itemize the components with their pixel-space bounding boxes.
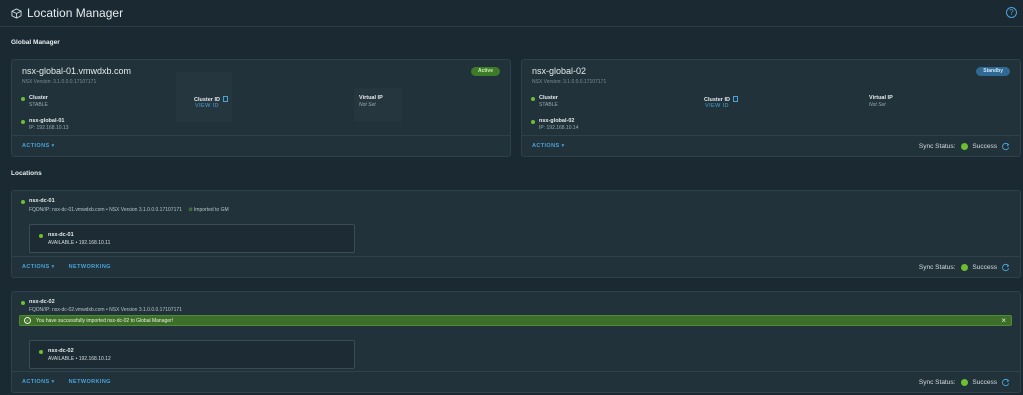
status-dot: [21, 97, 25, 101]
gm-version: NSX Version: 3.1.0.0.0.17107171: [532, 79, 607, 85]
app-header: Location Manager ?: [0, 0, 1023, 27]
global-manager-heading: Global Manager: [11, 39, 60, 46]
status-dot: [21, 120, 25, 124]
refresh-icon[interactable]: [1001, 263, 1010, 272]
success-alert: ✓ You have successfully imported nsx-dc-…: [19, 315, 1012, 326]
card-footer: ACTIONS ▾: [12, 135, 510, 156]
chevron-down-icon: ▾: [561, 143, 565, 149]
status-dot: [531, 120, 535, 124]
actions-label: ACTIONS: [22, 379, 50, 385]
refresh-icon[interactable]: [1001, 142, 1010, 151]
status-dot: [21, 301, 25, 305]
chevron-down-icon: ▾: [51, 379, 55, 385]
networking-link[interactable]: NETWORKING: [69, 379, 111, 385]
cluster-label: Cluster: [539, 95, 558, 101]
success-dot: [961, 264, 969, 271]
sync-value: Success: [972, 143, 997, 150]
sync-label: Sync Status:: [918, 264, 956, 271]
sync-label: Sync Status:: [918, 143, 956, 150]
cluster-value: STABLE: [539, 102, 558, 108]
networking-link[interactable]: NETWORKING: [69, 264, 111, 270]
fqdn-text: FQDN/IP: nsx-dc-01.vmwdxb.com • NSX Vers…: [29, 207, 182, 213]
sync-value: Success: [972, 264, 997, 271]
copy-icon[interactable]: [732, 96, 738, 102]
location-name: nsx-dc-02: [29, 299, 55, 305]
location-fqdn: FQDN/IP: nsx-dc-02.vmwdxb.com • NSX Vers…: [29, 307, 182, 313]
view-id-link[interactable]: VIEW ID: [705, 103, 729, 109]
node-name: nsx-global-01: [29, 118, 65, 124]
gm-version: NSX Version: 3.1.0.0.0.17107171: [22, 79, 97, 85]
location-fqdn: FQDN/IP: nsx-dc-01.vmwdxb.com • NSX Vers…: [29, 207, 229, 213]
sync-status: Sync Status: Success: [919, 263, 1010, 272]
node-name: nsx-dc-02: [48, 348, 74, 354]
copy-icon[interactable]: [222, 96, 228, 102]
page-title: Location Manager: [27, 6, 124, 20]
card-footer: ACTIONS ▾ NETWORKING Sync Status: Succes…: [12, 371, 1020, 392]
card-footer: ACTIONS ▾ NETWORKING Sync Status: Succes…: [12, 256, 1020, 277]
sync-label: Sync Status:: [918, 379, 956, 386]
node-name: nsx-global-02: [539, 118, 575, 124]
cluster-id-label: Cluster ID: [194, 96, 228, 103]
virtual-ip-label: Virtual IP: [869, 95, 893, 101]
check-circle-icon: ⊘: [188, 207, 193, 213]
imported-label: Imported to GM: [193, 207, 229, 213]
check-circle-icon: ✓: [24, 317, 31, 324]
node-name: nsx-dc-01: [48, 232, 74, 238]
status-dot: [531, 97, 535, 101]
gm-card-standby: nsx-global-02 NSX Version: 3.1.0.0.0.171…: [521, 59, 1021, 157]
node-ip: IP: 192.168.10.14: [539, 125, 579, 131]
success-message: You have successfully imported nsx-dc-02…: [36, 317, 174, 324]
virtual-ip-value: Not Set: [869, 102, 886, 108]
location-name: nsx-dc-01: [29, 198, 55, 204]
card-footer: ACTIONS ▾ Sync Status: Success: [522, 135, 1020, 156]
success-dot: [961, 143, 969, 150]
status-dot: [39, 350, 43, 354]
gm-card-primary: nsx-global-01.vmwdxb.com NSX Version: 3.…: [11, 59, 511, 157]
sync-status: Sync Status: Success: [919, 378, 1010, 387]
gm-name: nsx-global-01.vmwdxb.com: [22, 66, 132, 76]
actions-label: ACTIONS: [22, 143, 50, 149]
cluster-label: Cluster: [29, 95, 48, 101]
refresh-icon[interactable]: [1001, 378, 1010, 387]
node-status: AVAILABLE • 192.168.10.12: [48, 356, 111, 362]
node-box: nsx-dc-01 AVAILABLE • 192.168.10.11: [29, 224, 355, 253]
actions-menu[interactable]: ACTIONS ▾: [532, 143, 565, 149]
actions-menu[interactable]: ACTIONS ▾: [22, 264, 55, 270]
virtual-ip-value: Not Set: [359, 102, 376, 108]
status-badge: Standby: [976, 67, 1010, 76]
chevron-down-icon: ▾: [51, 143, 55, 149]
node-ip: IP: 192.168.10.13: [29, 125, 69, 131]
close-icon[interactable]: ×: [1001, 316, 1006, 325]
actions-menu[interactable]: ACTIONS ▾: [22, 379, 55, 385]
location-card: nsx-dc-01 FQDN/IP: nsx-dc-01.vmwdxb.com …: [11, 190, 1021, 278]
status-badge: Active: [470, 67, 500, 76]
view-id-link[interactable]: VIEW ID: [195, 103, 219, 109]
actions-label: ACTIONS: [532, 143, 560, 149]
status-dot: [39, 234, 43, 238]
location-card: nsx-dc-02 FQDN/IP: nsx-dc-02.vmwdxb.com …: [11, 291, 1021, 393]
sync-value: Success: [972, 379, 997, 386]
cluster-value: STABLE: [29, 102, 48, 108]
gm-name: nsx-global-02: [532, 66, 587, 76]
actions-menu[interactable]: ACTIONS ▾: [22, 143, 55, 149]
help-icon[interactable]: ?: [1006, 7, 1017, 18]
actions-label: ACTIONS: [22, 264, 50, 270]
status-dot: [21, 200, 25, 204]
cluster-id-label: Cluster ID: [704, 96, 738, 103]
node-box: nsx-dc-02 AVAILABLE • 192.168.10.12: [29, 340, 355, 369]
sync-status: Sync Status: Success: [919, 142, 1010, 151]
chevron-down-icon: ▾: [51, 264, 55, 270]
virtual-ip-label: Virtual IP: [359, 95, 383, 101]
success-dot: [961, 379, 969, 386]
cube-icon: [11, 8, 22, 19]
node-status: AVAILABLE • 192.168.10.11: [48, 240, 111, 246]
locations-heading: Locations: [11, 170, 42, 177]
